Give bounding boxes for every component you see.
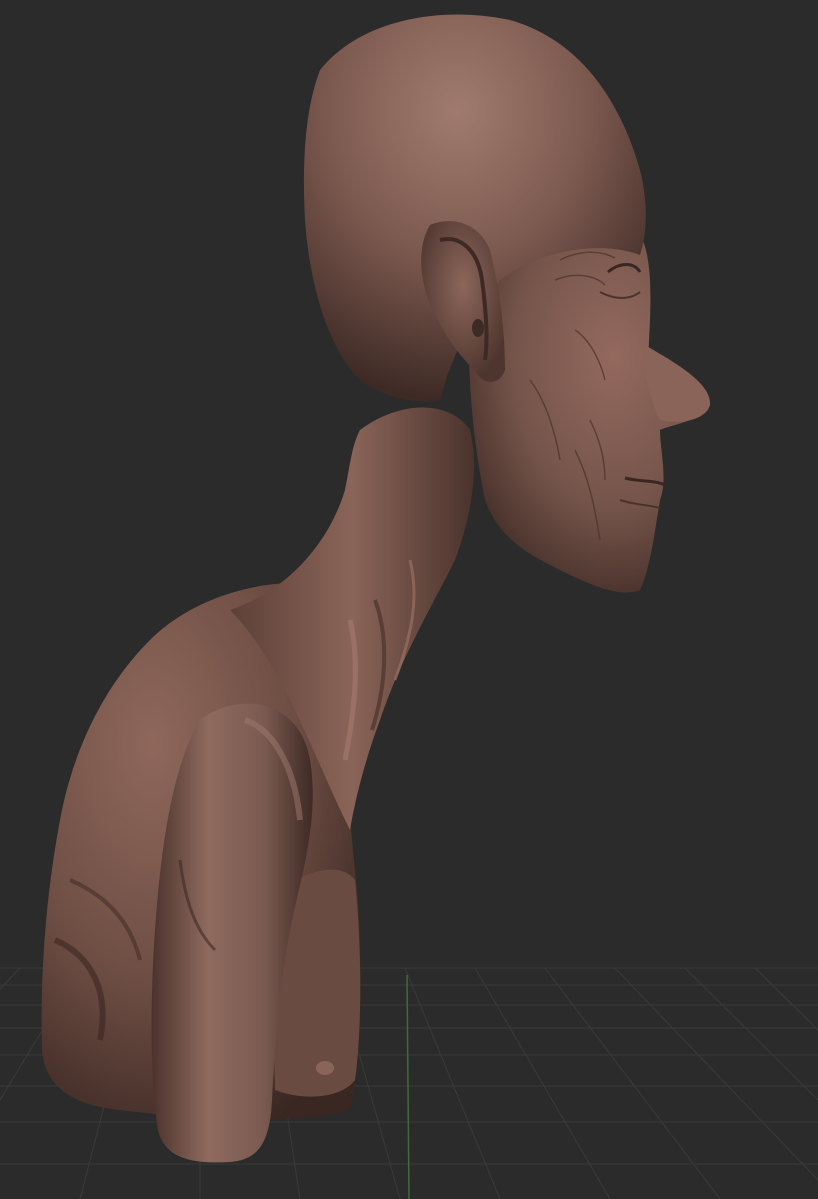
sculpt-viewport-canvas[interactable] (0, 0, 818, 1199)
nipple (316, 1061, 334, 1075)
viewport-svg (0, 0, 818, 1199)
